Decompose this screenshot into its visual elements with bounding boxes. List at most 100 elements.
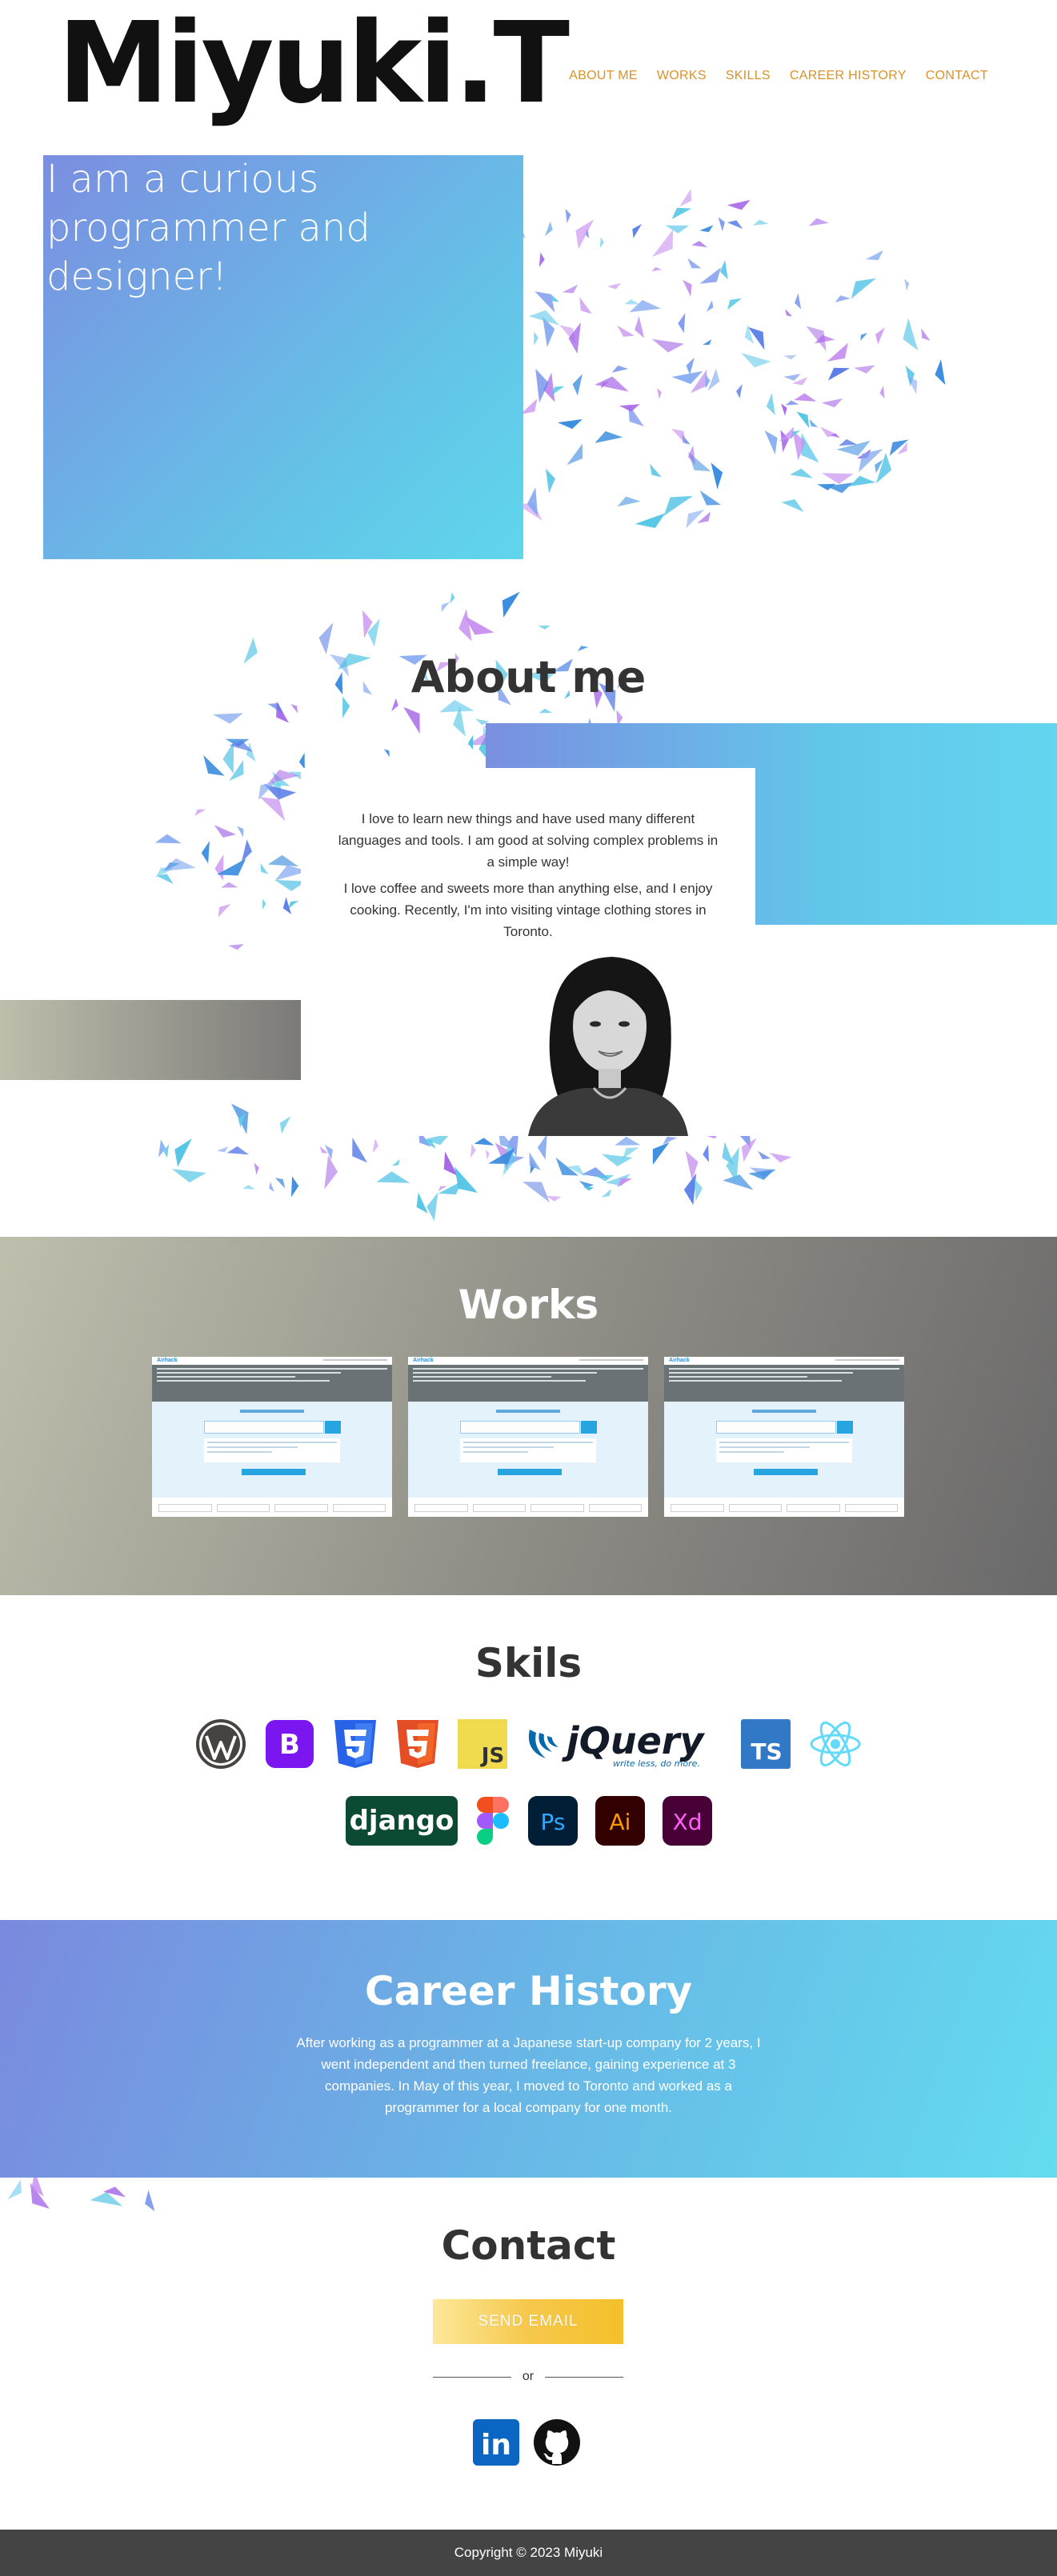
paper-bird (216, 1146, 229, 1153)
hero-tagline: I am a curious programmer and designer! (43, 155, 374, 302)
paper-bird (817, 483, 836, 490)
nav-contact[interactable]: CONTACT (926, 69, 988, 83)
paper-bird (228, 944, 244, 950)
paper-bird (530, 1158, 536, 1174)
paper-bird (791, 377, 808, 386)
paper-bird (687, 451, 711, 472)
paper-bird (622, 1147, 639, 1159)
paper-bird (820, 426, 839, 438)
paper-bird (651, 338, 685, 353)
paper-bird (651, 229, 674, 258)
work-card[interactable]: Airhack (664, 1357, 904, 1517)
paper-bird (298, 753, 305, 770)
nav-career-history[interactable]: CAREER HISTORY (790, 69, 907, 83)
paper-bird (156, 874, 174, 884)
paper-bird (246, 742, 256, 762)
paper-bird (504, 1155, 525, 1167)
paper-bird (699, 225, 714, 233)
hero-section: I am a curious programmer and designer! (43, 155, 523, 559)
paper-bird (935, 359, 946, 385)
work-card[interactable]: Airhack (152, 1357, 392, 1517)
django-icon: django (345, 1795, 458, 1846)
paper-bird (165, 862, 180, 870)
paper-bird (585, 228, 590, 238)
paper-bird (463, 615, 494, 635)
paper-bird (690, 369, 707, 394)
javascript-icon: JS (457, 1718, 507, 1770)
paper-bird (736, 384, 743, 398)
paper-bird (849, 475, 876, 487)
paper-bird (707, 368, 720, 391)
work-preview-banner (152, 1365, 392, 1402)
paper-bird (567, 443, 583, 466)
paper-bird (403, 706, 420, 734)
paper-bird (727, 199, 751, 210)
paper-bird (454, 1166, 478, 1193)
paper-bird (229, 760, 244, 782)
paper-bird (629, 300, 662, 313)
paper-bird (657, 388, 662, 399)
paper-bird (263, 784, 297, 800)
paper-bird (605, 1174, 631, 1186)
paper-bird (628, 403, 644, 427)
divider-line (433, 2376, 511, 2378)
paper-bird (682, 434, 691, 445)
work-logo: Airhack (669, 1358, 690, 1363)
send-email-button[interactable]: SEND EMAIL (433, 2299, 623, 2344)
about-paragraph: I love to learn new things and have used… (338, 811, 719, 870)
paper-bird (537, 1134, 547, 1160)
paper-bird (171, 1169, 206, 1183)
paper-bird (860, 333, 868, 342)
paper-bird (879, 385, 885, 399)
paper-bird (546, 1195, 562, 1202)
html5-icon (395, 1718, 440, 1770)
paper-bird (174, 1138, 192, 1167)
ps-label: Ps (540, 1809, 565, 1835)
paper-bird (565, 208, 571, 223)
paper-bird (319, 1146, 329, 1154)
site-logo[interactable]: Miyuki.T (58, 0, 570, 128)
paper-bird (438, 1181, 462, 1195)
paper-bird (699, 490, 721, 506)
linkedin-icon[interactable]: in (473, 2419, 519, 2466)
paper-bird (780, 430, 790, 453)
nav-works[interactable]: WORKS (657, 69, 707, 83)
paper-bird (617, 496, 641, 507)
nav-skills[interactable]: SKILLS (726, 69, 771, 83)
paper-bird (30, 2182, 50, 2210)
paper-bird (237, 826, 244, 838)
paper-bird (801, 433, 819, 463)
wordpress-icon (195, 1718, 246, 1770)
paper-bird (595, 430, 623, 443)
or-divider: or (433, 2370, 624, 2384)
nav-about-me[interactable]: ABOUT ME (569, 69, 638, 83)
paper-bird (528, 310, 560, 326)
main-nav: ABOUT ME WORKS SKILLS CAREER HISTORY CON… (569, 69, 988, 83)
paper-bird (671, 370, 703, 384)
paper-bird (225, 738, 250, 747)
career-title: Career History (364, 1968, 693, 2014)
github-icon[interactable] (534, 2419, 580, 2466)
paper-bird (766, 393, 775, 416)
photoshop-icon: Ps (527, 1795, 578, 1846)
paper-bird (522, 1182, 550, 1203)
paper-bird (821, 398, 843, 408)
paper-bird (488, 1148, 514, 1164)
work-card[interactable]: Airhack (408, 1357, 648, 1517)
paper-bird (290, 704, 298, 714)
paper-bird (796, 411, 810, 429)
paper-bird (324, 1155, 338, 1190)
paper-bird (154, 834, 182, 844)
paper-bird (539, 252, 545, 267)
paper-bird (258, 781, 277, 800)
paper-bird (856, 449, 871, 459)
paper-bird (230, 1103, 249, 1134)
paper-bird (241, 839, 252, 862)
contact-title: Contact (441, 2222, 616, 2269)
paper-bird (376, 1171, 410, 1183)
paper-bird (687, 445, 695, 465)
paper-bird (599, 237, 604, 249)
paper-bird (921, 328, 931, 341)
paper-bird (727, 220, 743, 230)
hero-line: I am a curious (46, 157, 319, 202)
